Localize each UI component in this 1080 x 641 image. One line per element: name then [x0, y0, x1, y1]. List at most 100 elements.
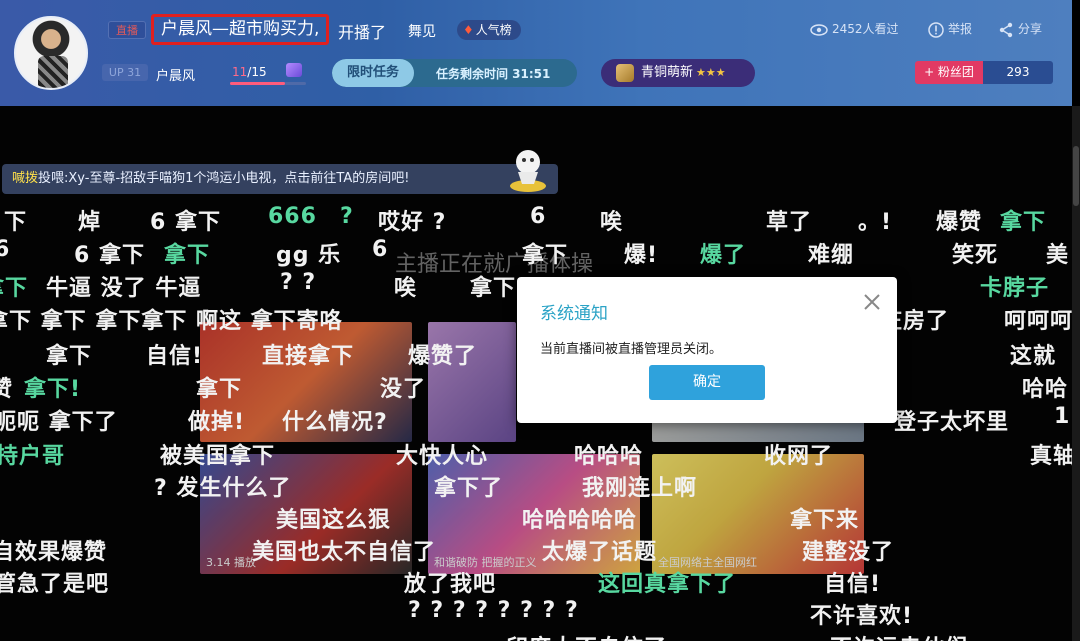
tv-mascot-icon	[510, 150, 546, 192]
danmu-comment: 。!	[858, 210, 893, 235]
danmu-comment: 自信!	[824, 572, 882, 597]
medal-pill[interactable]: 青铜萌新 ★★★	[601, 59, 755, 87]
danmu-comment: 拿下	[470, 276, 517, 301]
danmu-comment: 牛逼 没了 牛逼	[46, 276, 202, 301]
gift-ticker[interactable]: 喊拨投喂:Xy-至尊-招敌手喵狗1个鸿运小电视，点击前往TA的房间吧!	[2, 164, 558, 194]
ticker-text: 投喂:Xy-至尊-招敌手喵狗1个鸿运小电视，点击前往TA的房间吧!	[38, 171, 410, 186]
danmu-comment: 拿下	[522, 243, 569, 268]
fans-progress-current: 11	[232, 65, 248, 79]
danmu-comment: 草了	[766, 210, 813, 235]
ticker-highlight: 喊拨	[12, 171, 39, 186]
danmu-comment: 美国也太不自信了	[252, 540, 437, 565]
danmu-comment: 美国这么狠	[276, 508, 392, 533]
share-button[interactable]: 分享	[998, 20, 1042, 38]
danmu-comment: 下	[4, 210, 28, 235]
anchor-avatar[interactable]	[14, 16, 88, 90]
danmu-comment: 印度太不自信了	[506, 630, 667, 641]
fans-progress-bar	[230, 82, 306, 85]
dialog-message: 当前直播间被直播管理员关闭。	[540, 342, 723, 357]
danmu-comment: 哈哈	[1022, 377, 1069, 402]
dialog-title: 系统通知	[540, 304, 608, 324]
danmu-comment: 直接拿下	[262, 344, 355, 369]
danmu-comment: 哈哈哈	[574, 444, 644, 469]
danmu-comment: 6 拿下	[74, 243, 145, 268]
popular-rank-label: 人气榜	[475, 23, 512, 37]
limited-task-pill[interactable]: 限时任务 任务剩余时间 31:51	[332, 59, 577, 87]
danmu-comment: 呃呃 拿下了	[0, 410, 118, 435]
live-tag: 直播	[108, 21, 146, 39]
danmu-comment: 6 拿下	[150, 210, 221, 235]
danmu-comment: 爆赞	[936, 210, 983, 235]
medal-stars: ★★★	[696, 66, 726, 79]
danmu-comment: 持户哥	[0, 444, 66, 469]
danmu-comment: 拿下	[46, 344, 93, 369]
popular-rank-badge[interactable]: ♦ 人气榜	[457, 20, 521, 40]
danmu-comment: 大快人心	[396, 444, 489, 469]
fans-progress-fill	[230, 82, 286, 85]
danmu-comment: 爆赞了	[408, 344, 478, 369]
report-label: 举报	[948, 22, 973, 36]
danmu-comment: 666	[268, 204, 317, 229]
danmu-comment: 美	[1046, 243, 1070, 268]
danmu-comment: 建整没了	[802, 540, 895, 565]
anchor-name[interactable]: 户晨风	[156, 65, 195, 84]
danmu-comment: 哈哈哈哈哈	[522, 508, 638, 533]
share-label: 分享	[1018, 22, 1043, 36]
danmu-comment: 拿下!	[24, 377, 82, 402]
danmu-comment: 拿下来	[790, 508, 860, 533]
danmu-comment: ?	[340, 204, 354, 229]
danmu-comment: 笑死	[952, 243, 999, 268]
danmu-comment: ? ? ? ? ? ? ? ?	[408, 598, 579, 623]
task-label: 限时任务	[332, 59, 414, 87]
danmu-comment: 太爆了话题	[542, 540, 658, 565]
confirm-button[interactable]: 确定	[649, 365, 765, 400]
fans-progress[interactable]: 11/15	[228, 60, 308, 86]
danmu-comment: gg 乐	[276, 243, 342, 268]
fan-club-button[interactable]: + 粉丝团	[915, 61, 983, 84]
system-notice-dialog: 系统通知 当前直播间被直播管理员关闭。 确定	[517, 277, 897, 423]
eye-icon	[810, 23, 828, 36]
report-button[interactable]: 举报	[928, 20, 972, 38]
danmu-comment: 拿下了	[434, 476, 504, 501]
fans-progress-total: /15	[247, 65, 267, 79]
warning-icon	[928, 21, 944, 38]
category-link[interactable]: 舞见	[408, 21, 436, 41]
danmu-comment: ? ?	[280, 270, 317, 295]
danmu-comment: 被美国拿下	[160, 444, 276, 469]
danmu-comment: 什么情况?	[282, 410, 388, 435]
danmu-comment: 唉	[600, 210, 624, 235]
thumbnail-caption: 3.14 播放	[206, 556, 256, 569]
danmu-comment: 不许喜欢!	[810, 604, 914, 629]
danmu-comment: ? 发生什么了	[154, 476, 292, 501]
danmu-comment: 自效果爆赞	[0, 540, 108, 565]
danmu-comment: 拿下	[0, 276, 29, 301]
level-tag: UP 31	[102, 64, 148, 81]
scrollbar[interactable]	[1072, 106, 1080, 641]
flame-icon: ♦	[463, 23, 474, 37]
viewer-count: 2452人看过	[810, 20, 899, 37]
danmu-comment: 拿下	[196, 377, 243, 402]
danmu-comment: 1	[1054, 404, 1071, 429]
room-title: 户晨风—超市购买力,	[151, 14, 330, 45]
danmu-comment: 唉	[394, 276, 418, 301]
scrollbar-thumb[interactable]	[1073, 146, 1079, 206]
danmu-comment: 登子太坏里	[894, 410, 1010, 435]
viewer-count-text: 2452人看过	[832, 22, 899, 36]
danmu-comment: 做掉!	[188, 410, 246, 435]
danmu-comment: 赞	[0, 377, 14, 402]
danmu-comment: 放了我吧	[404, 572, 497, 597]
danmu-comment: 拿下 拿下 拿下拿下 啊这 拿下寄咯	[0, 309, 343, 334]
danmu-comment: 拿下	[164, 243, 211, 268]
danmu-comment: 这就	[1010, 344, 1057, 369]
danmu-comment: 爆!	[624, 243, 659, 268]
close-icon[interactable]	[861, 291, 883, 313]
room-header: 直播 户晨风—超市购买力, 开播了 舞见 ♦ 人气榜 UP 31 户晨风 11/1…	[0, 0, 1072, 106]
danmu-comment: 管急了是吧	[0, 572, 110, 597]
danmu-comment: 爆了	[700, 243, 747, 268]
danmu-comment: 哎好 ?	[378, 210, 447, 235]
danmu-comment: 没了	[380, 377, 427, 402]
danmu-comment: 我刚连上啊	[582, 476, 698, 501]
gift-icon	[286, 63, 302, 77]
danmu-comment: 这回真拿下了	[598, 572, 737, 597]
medal-icon	[616, 64, 634, 82]
